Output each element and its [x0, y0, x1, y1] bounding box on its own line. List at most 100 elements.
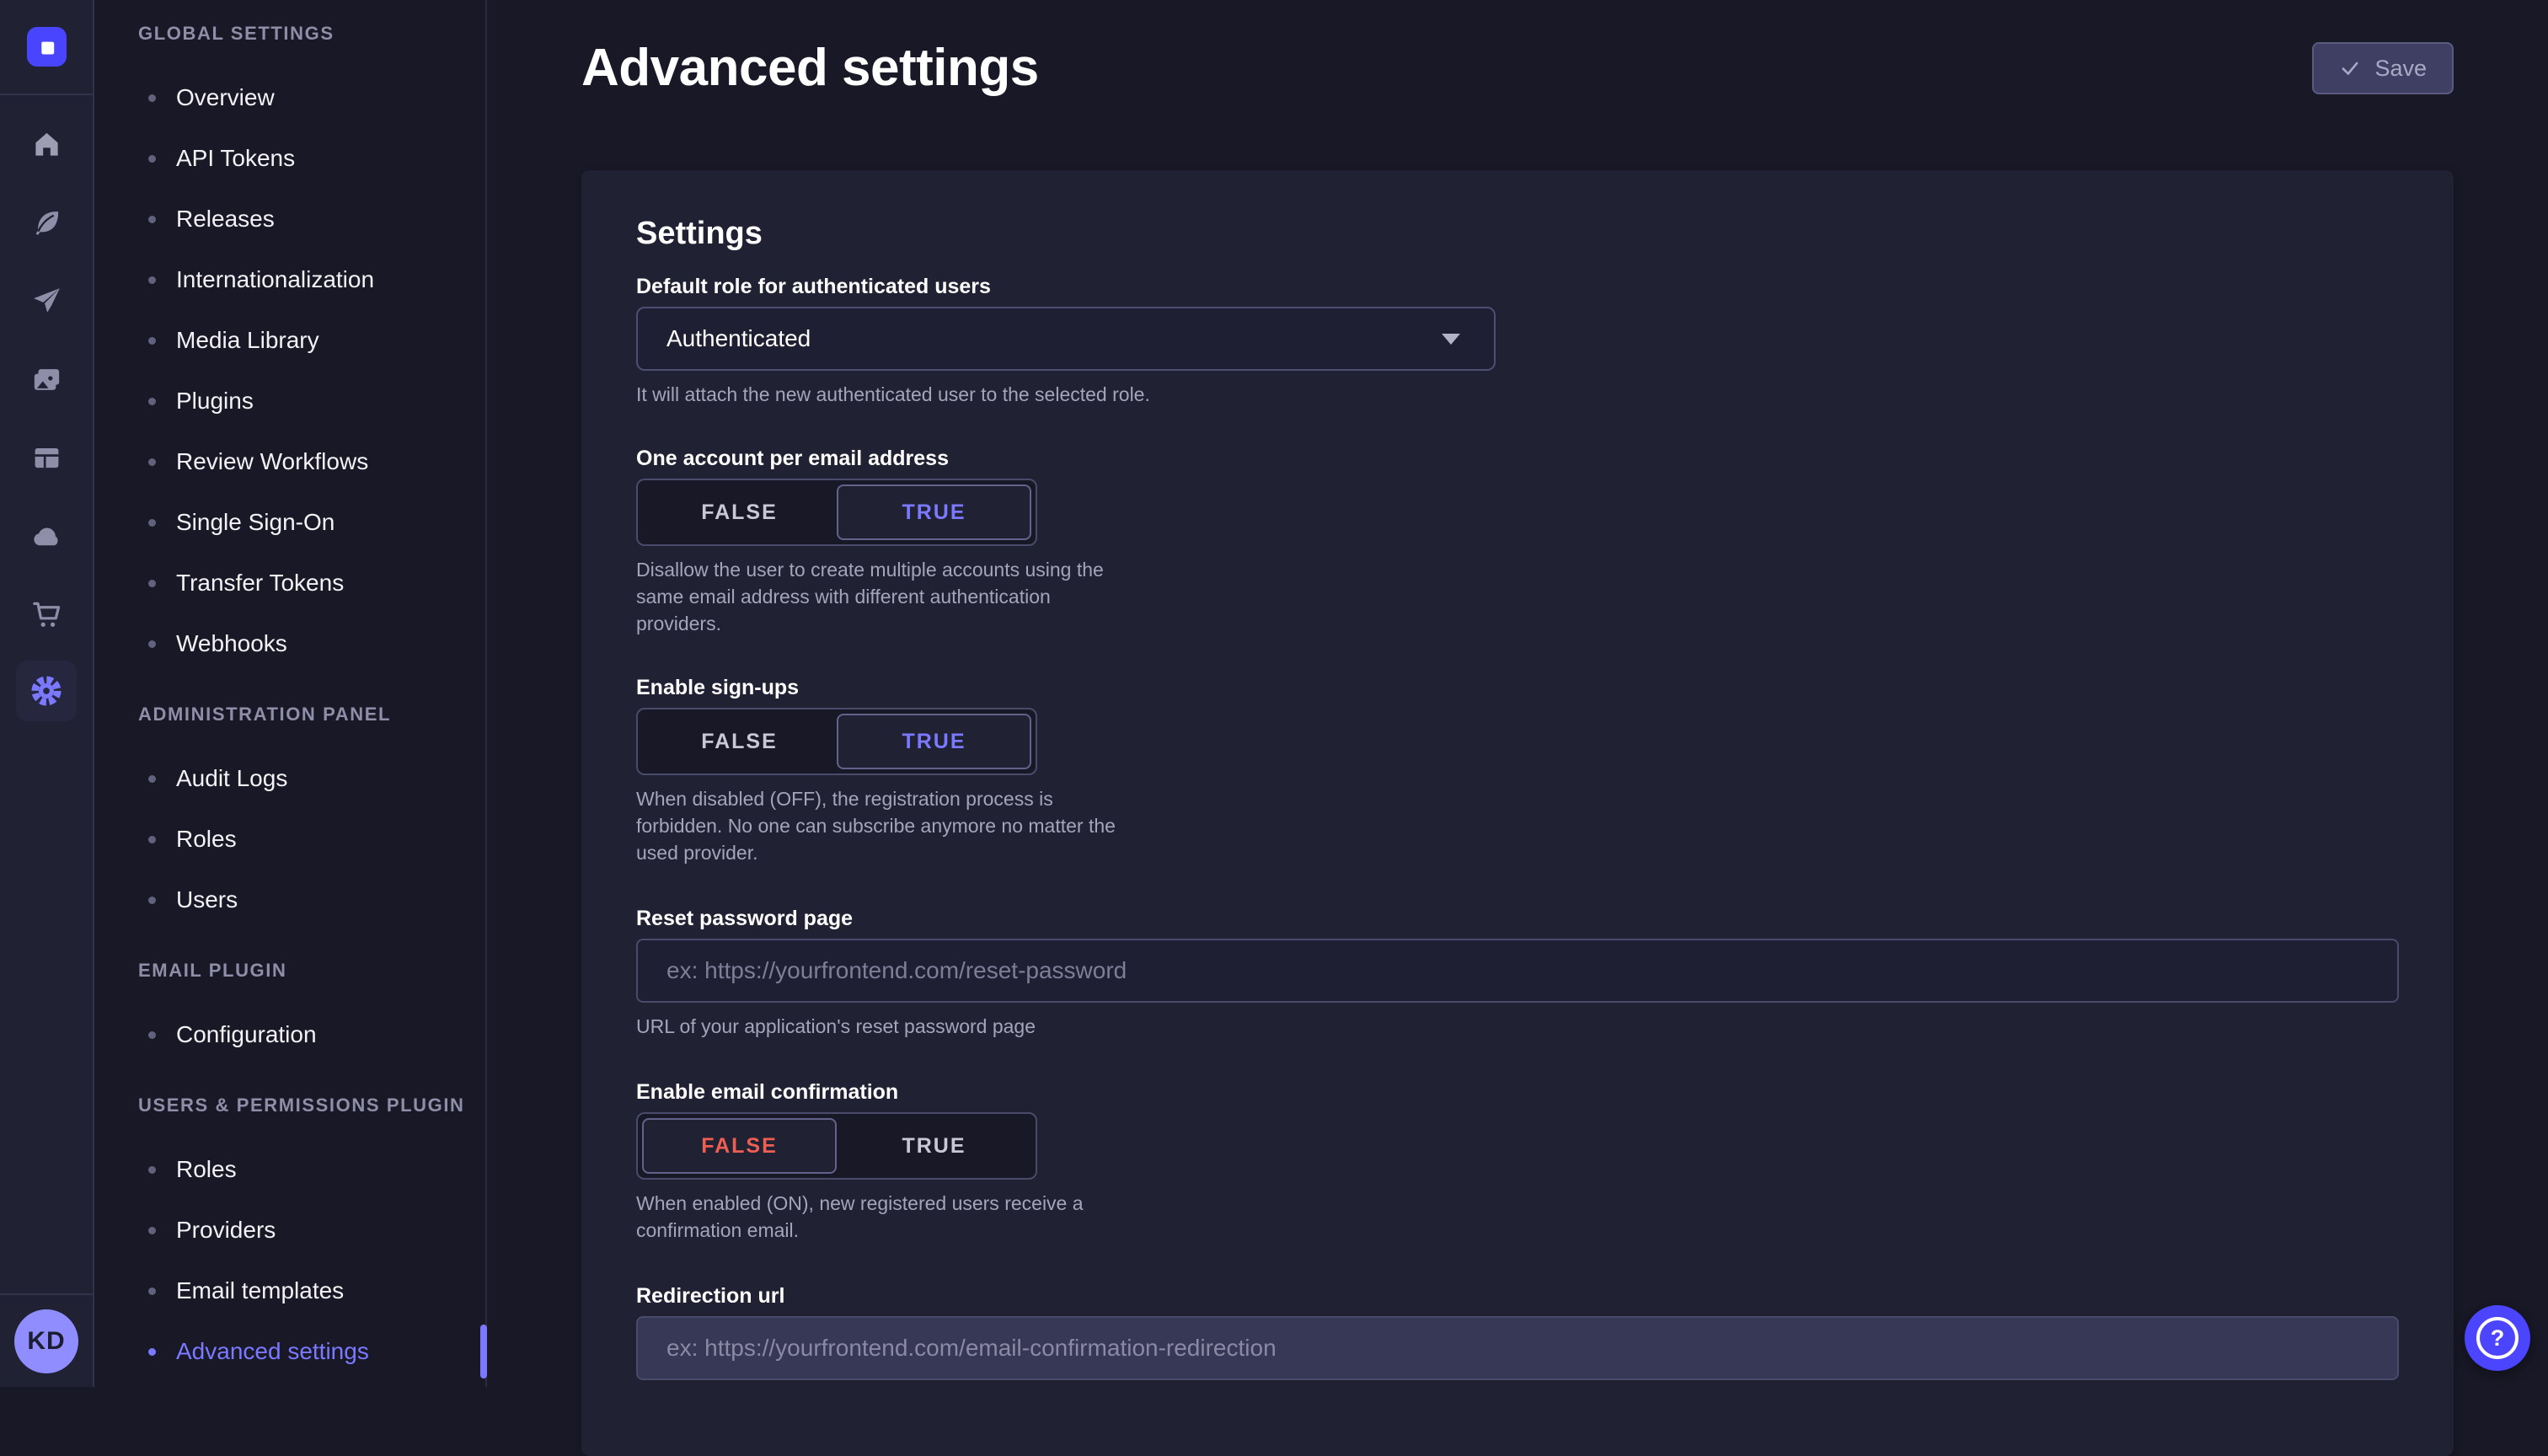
sidebar-item-releases[interactable]: Releases: [94, 189, 485, 249]
field-enable-email-confirmation: Enable email confirmation FALSE TRUE Whe…: [636, 1079, 2399, 1244]
bullet-icon: [148, 337, 156, 345]
sidebar-item-plugins[interactable]: Plugins: [94, 371, 485, 431]
main-content: Advanced settings Save Settings Default …: [487, 0, 2548, 1387]
section-header-email-plugin: EMAIL PLUGIN: [138, 959, 485, 982]
sidebar-item-advanced-settings[interactable]: Advanced settings: [94, 1321, 485, 1382]
sidebar-item-label: Single Sign-On: [176, 509, 335, 536]
sidebar-item-single-sign-on[interactable]: Single Sign-On: [94, 492, 485, 553]
bullet-icon: [148, 276, 156, 284]
content-writing-icon[interactable]: [31, 207, 62, 238]
sidebar-item-admin-users[interactable]: Users: [94, 870, 485, 930]
bullet-icon: [148, 155, 156, 163]
email-confirmation-toggle: FALSE TRUE: [636, 1112, 1037, 1180]
section-items: Audit Logs Roles Users: [94, 748, 485, 930]
one-account-hint: Disallow the user to create multiple acc…: [636, 556, 2399, 637]
bullet-icon: [148, 1227, 156, 1234]
default-role-value: Authenticated: [666, 325, 811, 352]
avatar[interactable]: KD: [14, 1309, 78, 1373]
sidebar-item-review-workflows[interactable]: Review Workflows: [94, 431, 485, 492]
reset-password-label: Reset password page: [636, 905, 2399, 932]
email-confirmation-hint: When enabled (ON), new registered users …: [636, 1190, 2399, 1244]
home-icon[interactable]: [31, 129, 62, 160]
reset-password-hint: URL of your application's reset password…: [636, 1013, 2399, 1040]
sidebar-item-media-library[interactable]: Media Library: [94, 310, 485, 371]
section-header-administration-panel: ADMINISTRATION PANEL: [138, 703, 485, 726]
default-role-select[interactable]: Authenticated: [636, 307, 1496, 371]
rail-logo-section: [0, 0, 93, 95]
sidebar-item-label: Transfer Tokens: [176, 570, 344, 597]
one-account-false-option[interactable]: FALSE: [642, 484, 837, 540]
field-reset-password-page: Reset password page URL of your applicat…: [636, 905, 2399, 1040]
one-account-toggle: FALSE TRUE: [636, 479, 1037, 546]
sidebar-item-label: Configuration: [176, 1021, 317, 1048]
one-account-label: One account per email address: [636, 445, 2399, 472]
sidebar-item-providers[interactable]: Providers: [94, 1200, 485, 1261]
sidebar-item-audit-logs[interactable]: Audit Logs: [94, 748, 485, 809]
section-items: Configuration: [94, 1004, 485, 1065]
sidebar-item-label: Roles: [176, 826, 237, 853]
media-library-icon[interactable]: [31, 364, 62, 395]
bullet-icon: [148, 1287, 156, 1295]
cloud-icon[interactable]: [31, 521, 62, 552]
field-default-role: Default role for authenticated users Aut…: [636, 273, 2399, 408]
bullet-icon: [148, 1348, 156, 1356]
sidebar-item-label: Email templates: [176, 1277, 344, 1304]
sidebar-item-label: Releases: [176, 206, 275, 233]
icon-rail: KD: [0, 0, 94, 1387]
page-title: Advanced settings: [581, 35, 1039, 101]
sidebar-item-label: Providers: [176, 1217, 276, 1244]
sidebar-item-email-templates[interactable]: Email templates: [94, 1261, 485, 1321]
strapi-logo[interactable]: [27, 27, 67, 67]
sign-ups-hint: When disabled (OFF), the registration pr…: [636, 785, 2399, 866]
bullet-icon: [148, 775, 156, 783]
strapi-logo-icon: [32, 33, 61, 62]
bullet-icon: [148, 1166, 156, 1174]
email-confirmation-true-option[interactable]: TRUE: [837, 1118, 1031, 1174]
redirection-url-input[interactable]: [636, 1316, 2399, 1380]
sidebar-item-overview[interactable]: Overview: [94, 67, 485, 128]
sidebar-item-admin-roles[interactable]: Roles: [94, 809, 485, 870]
sidebar-item-email-configuration[interactable]: Configuration: [94, 1004, 485, 1065]
question-mark-icon: ?: [2476, 1317, 2519, 1359]
sidebar-item-label: Advanced settings: [176, 1338, 369, 1365]
bullet-icon: [148, 897, 156, 904]
settings-icon-active[interactable]: [16, 661, 77, 721]
sidebar-item-label: Overview: [176, 84, 275, 111]
sign-ups-false-option[interactable]: FALSE: [642, 714, 837, 769]
bullet-icon: [148, 580, 156, 587]
section-header-global-settings: GLOBAL SETTINGS: [138, 22, 485, 46]
default-role-hint: It will attach the new authenticated use…: [636, 381, 2399, 408]
sidebar-item-label: Review Workflows: [176, 448, 368, 475]
redirection-url-label: Redirection url: [636, 1282, 2399, 1309]
sign-ups-true-option[interactable]: TRUE: [837, 714, 1031, 769]
sidebar-item-label: Webhooks: [176, 630, 287, 657]
sidebar-item-api-tokens[interactable]: API Tokens: [94, 128, 485, 189]
one-account-true-option[interactable]: TRUE: [837, 484, 1031, 540]
chevron-down-icon: [1442, 334, 1460, 345]
sidebar-item-internationalization[interactable]: Internationalization: [94, 249, 485, 310]
email-confirmation-label: Enable email confirmation: [636, 1079, 2399, 1105]
sidebar-item-label: Roles: [176, 1156, 237, 1183]
field-redirection-url: Redirection url: [636, 1282, 2399, 1380]
rail-icon-list: [0, 95, 93, 721]
sidebar-item-webhooks[interactable]: Webhooks: [94, 613, 485, 674]
content-manager-icon[interactable]: [31, 442, 62, 474]
bullet-icon: [148, 458, 156, 466]
field-one-account-per-email: One account per email address FALSE TRUE…: [636, 445, 2399, 637]
bullet-icon: [148, 519, 156, 527]
section-items: Roles Providers Email templates Advanced…: [94, 1139, 485, 1382]
help-button[interactable]: ?: [2465, 1305, 2530, 1371]
sidebar-item-label: Users: [176, 886, 238, 913]
sidebar-item-up-roles[interactable]: Roles: [94, 1139, 485, 1200]
settings-heading: Settings: [636, 211, 2399, 256]
email-confirmation-false-option[interactable]: FALSE: [642, 1118, 837, 1174]
bullet-icon: [148, 398, 156, 405]
sidebar-item-label: API Tokens: [176, 145, 295, 172]
bullet-icon: [148, 216, 156, 223]
reset-password-input[interactable]: [636, 939, 2399, 1003]
save-button[interactable]: Save: [2312, 42, 2454, 94]
section-header-users-permissions-plugin: USERS & PERMISSIONS PLUGIN: [138, 1094, 485, 1117]
marketplace-icon[interactable]: [31, 599, 62, 630]
sidebar-item-transfer-tokens[interactable]: Transfer Tokens: [94, 553, 485, 613]
deploy-icon[interactable]: [31, 286, 62, 317]
